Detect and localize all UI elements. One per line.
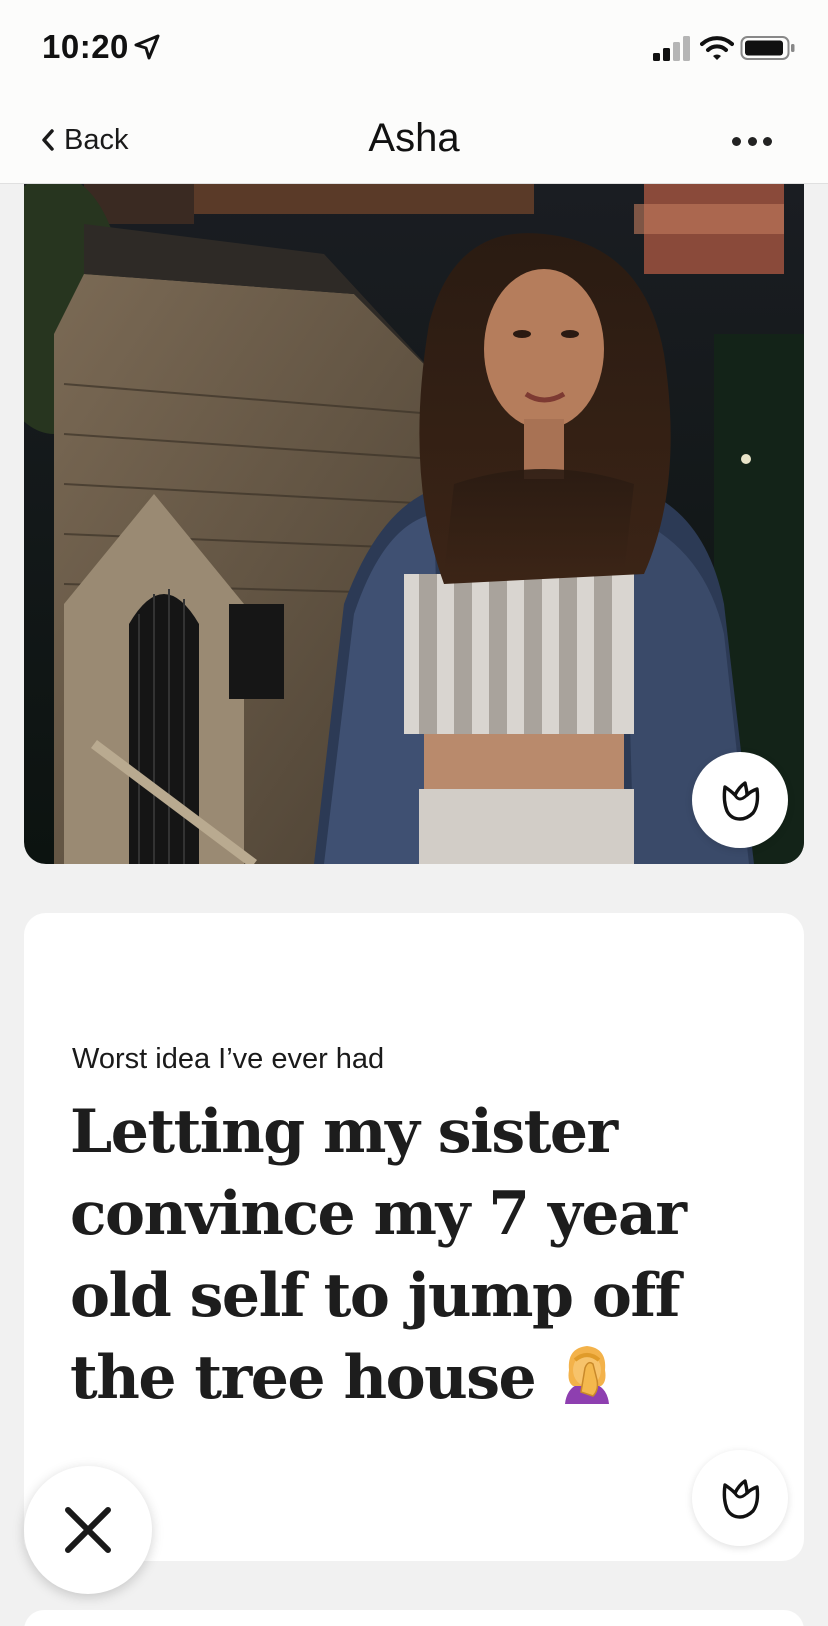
like-photo-button[interactable]	[692, 752, 788, 848]
close-icon	[65, 1507, 111, 1553]
profile-name-title: Asha	[368, 116, 460, 160]
status-bar: 10:20	[0, 0, 828, 96]
more-options-button[interactable]	[732, 130, 772, 152]
rose-icon	[722, 781, 760, 821]
more-horizontal-icon	[747, 136, 757, 146]
prompt-question: Worst idea I’ve ever had	[72, 1043, 385, 1075]
rose-icon	[722, 1479, 760, 1519]
nav-bar: Back Asha	[0, 96, 828, 184]
profile-photo	[24, 184, 804, 864]
skip-profile-button[interactable]	[24, 1466, 152, 1594]
battery-icon	[740, 36, 795, 60]
more-horizontal-icon	[732, 136, 741, 146]
profile-photo-image	[24, 184, 804, 864]
location-arrow-icon	[134, 34, 160, 60]
wifi-icon	[700, 36, 734, 60]
like-prompt-button[interactable]	[692, 1450, 788, 1546]
prompt-answer: Letting my sister convince my 7 year old…	[70, 1091, 760, 1419]
next-card	[24, 1610, 804, 1626]
status-time: 10:20	[42, 28, 129, 65]
prompt-card: Worst idea I’ve ever had Letting my sist…	[24, 913, 804, 1561]
cellular-signal-icon	[653, 36, 690, 61]
woman-facepalming-emoji-icon	[564, 1346, 609, 1404]
more-horizontal-icon	[763, 136, 772, 146]
